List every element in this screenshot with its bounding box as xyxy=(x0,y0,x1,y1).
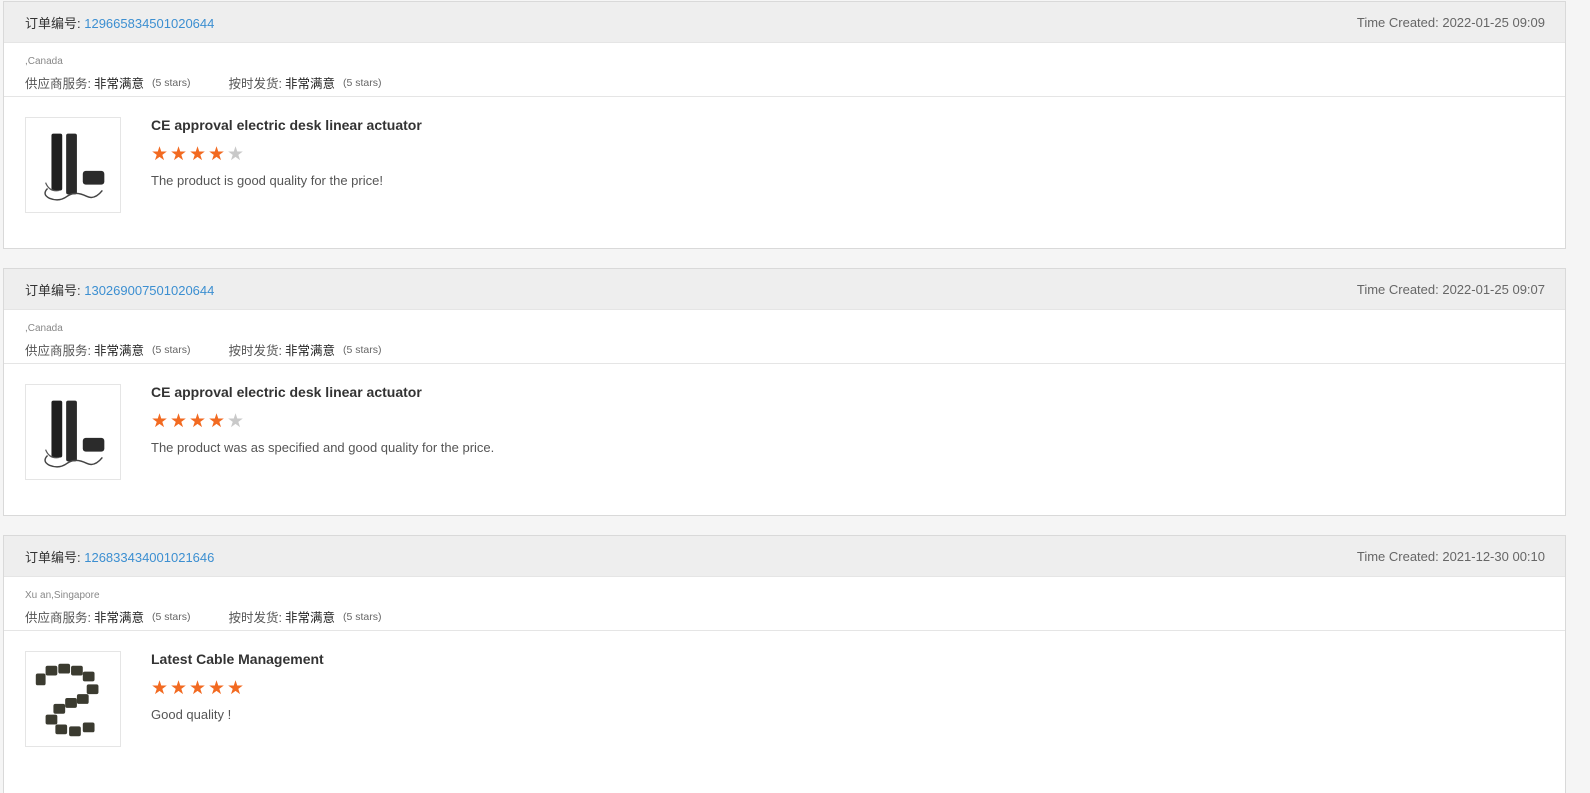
star-filled-icon: ★ xyxy=(151,677,169,699)
order-number-link[interactable]: 126833434001021646 xyxy=(84,550,214,565)
shipping-stars: (5 stars) xyxy=(343,76,382,89)
product-review: CE approval electric desk linear actuato… xyxy=(4,97,1565,235)
time-created: Time Created: 2022-01-25 09:09 xyxy=(1356,14,1545,30)
order-number-label: 订单编号: xyxy=(25,549,85,565)
seller-ratings: 供应商服务: 非常满意 (5 stars) 按时发货: 非常满意 (5 star… xyxy=(25,340,1544,359)
supplier-service-value: 非常满意 xyxy=(93,77,144,91)
supplier-service-rating: 供应商服务: 非常满意 (5 stars) xyxy=(25,607,191,626)
shipping-rating: 按时发货: 非常满意 (5 stars) xyxy=(229,607,382,626)
order-card: 订单编号: 129665834501020644 Time Created: 2… xyxy=(3,1,1566,249)
order-header: 订单编号: 126833434001021646 Time Created: 2… xyxy=(4,536,1565,577)
star-filled-icon: ★ xyxy=(208,143,226,165)
linear-actuator-image[interactable] xyxy=(25,384,121,480)
order-number-block: 订单编号: 130269007501020644 xyxy=(25,280,214,299)
buyer-info: ,Canada 供应商服务: 非常满意 (5 stars) 按时发货: 非常满意… xyxy=(4,43,1565,97)
star-filled-icon: ★ xyxy=(170,143,188,165)
shipping-value: 非常满意 xyxy=(285,344,336,358)
supplier-service-rating: 供应商服务: 非常满意 (5 stars) xyxy=(25,73,191,92)
linear-actuator-image[interactable] xyxy=(25,117,121,213)
star-filled-icon: ★ xyxy=(151,410,169,432)
shipping-value: 非常满意 xyxy=(285,611,336,625)
supplier-service-value: 非常满意 xyxy=(93,611,144,625)
buyer-info: ,Canada 供应商服务: 非常满意 (5 stars) 按时发货: 非常满意… xyxy=(4,310,1565,364)
star-empty-icon: ★ xyxy=(227,143,245,165)
review-text: Good quality ! xyxy=(151,707,232,722)
star-filled-icon: ★ xyxy=(227,677,245,699)
buyer-info: Xu an,Singapore 供应商服务: 非常满意 (5 stars) 按时… xyxy=(4,577,1565,631)
product-rating-stars: ★ ★ ★ ★ ★ xyxy=(151,410,246,432)
star-empty-icon: ★ xyxy=(227,410,245,432)
star-filled-icon: ★ xyxy=(189,677,207,699)
supplier-service-value: 非常满意 xyxy=(93,344,144,358)
order-number-label: 订单编号: xyxy=(25,15,85,31)
buyer-location: ,Canada xyxy=(25,323,63,334)
star-filled-icon: ★ xyxy=(189,143,207,165)
supplier-service-label: 供应商服务: xyxy=(25,344,91,358)
product-review: Latest Cable Management ★ ★ ★ ★ ★ Good quali… xyxy=(4,631,1565,769)
shipping-label: 按时发货: xyxy=(228,611,282,625)
review-text: The product is good quality for the pric… xyxy=(151,173,383,188)
shipping-label: 按时发货: xyxy=(228,77,282,91)
order-number-link[interactable]: 130269007501020644 xyxy=(84,283,214,298)
order-header: 订单编号: 130269007501020644 Time Created: 2… xyxy=(4,269,1565,310)
shipping-stars: (5 stars) xyxy=(343,343,382,356)
order-number-link[interactable]: 129665834501020644 xyxy=(84,16,214,31)
product-review: CE approval electric desk linear actuato… xyxy=(4,364,1565,502)
supplier-service-label: 供应商服务: xyxy=(25,611,91,625)
star-filled-icon: ★ xyxy=(170,410,188,432)
review-text: The product was as specified and good qu… xyxy=(151,440,495,455)
supplier-service-rating: 供应商服务: 非常满意 (5 stars) xyxy=(25,340,191,359)
order-number-label: 订单编号: xyxy=(25,282,85,298)
shipping-stars: (5 stars) xyxy=(343,610,382,623)
star-filled-icon: ★ xyxy=(208,410,226,432)
buyer-location: ,Canada xyxy=(25,56,63,67)
seller-ratings: 供应商服务: 非常满意 (5 stars) 按时发货: 非常满意 (5 star… xyxy=(25,73,1544,92)
order-header: 订单编号: 129665834501020644 Time Created: 2… xyxy=(4,2,1565,43)
shipping-label: 按时发货: xyxy=(228,344,282,358)
cable-management-image[interactable] xyxy=(25,651,121,747)
star-filled-icon: ★ xyxy=(170,677,188,699)
time-created: Time Created: 2022-01-25 09:07 xyxy=(1356,281,1545,297)
product-rating-stars: ★ ★ ★ ★ ★ xyxy=(151,143,246,165)
product-rating-stars: ★ ★ ★ ★ ★ xyxy=(151,677,246,699)
seller-ratings: 供应商服务: 非常满意 (5 stars) 按时发货: 非常满意 (5 star… xyxy=(25,607,1544,626)
star-filled-icon: ★ xyxy=(208,677,226,699)
product-title[interactable]: CE approval electric desk linear actuato… xyxy=(151,384,422,400)
supplier-service-stars: (5 stars) xyxy=(152,343,191,356)
order-number-block: 订单编号: 126833434001021646 xyxy=(25,547,214,566)
time-created: Time Created: 2021-12-30 00:10 xyxy=(1356,548,1545,564)
star-filled-icon: ★ xyxy=(151,143,169,165)
supplier-service-stars: (5 stars) xyxy=(152,610,191,623)
buyer-location: Xu an,Singapore xyxy=(25,590,100,601)
order-number-block: 订单编号: 129665834501020644 xyxy=(25,13,214,32)
shipping-rating: 按时发货: 非常满意 (5 stars) xyxy=(229,340,382,359)
supplier-service-stars: (5 stars) xyxy=(152,76,191,89)
product-title[interactable]: CE approval electric desk linear actuato… xyxy=(151,117,422,133)
star-filled-icon: ★ xyxy=(189,410,207,432)
shipping-value: 非常满意 xyxy=(285,77,336,91)
shipping-rating: 按时发货: 非常满意 (5 stars) xyxy=(229,73,382,92)
order-card: 订单编号: 126833434001021646 Time Created: 2… xyxy=(3,535,1566,793)
supplier-service-label: 供应商服务: xyxy=(25,77,91,91)
product-title[interactable]: Latest Cable Management xyxy=(151,651,324,667)
order-card: 订单编号: 130269007501020644 Time Created: 2… xyxy=(3,268,1566,516)
